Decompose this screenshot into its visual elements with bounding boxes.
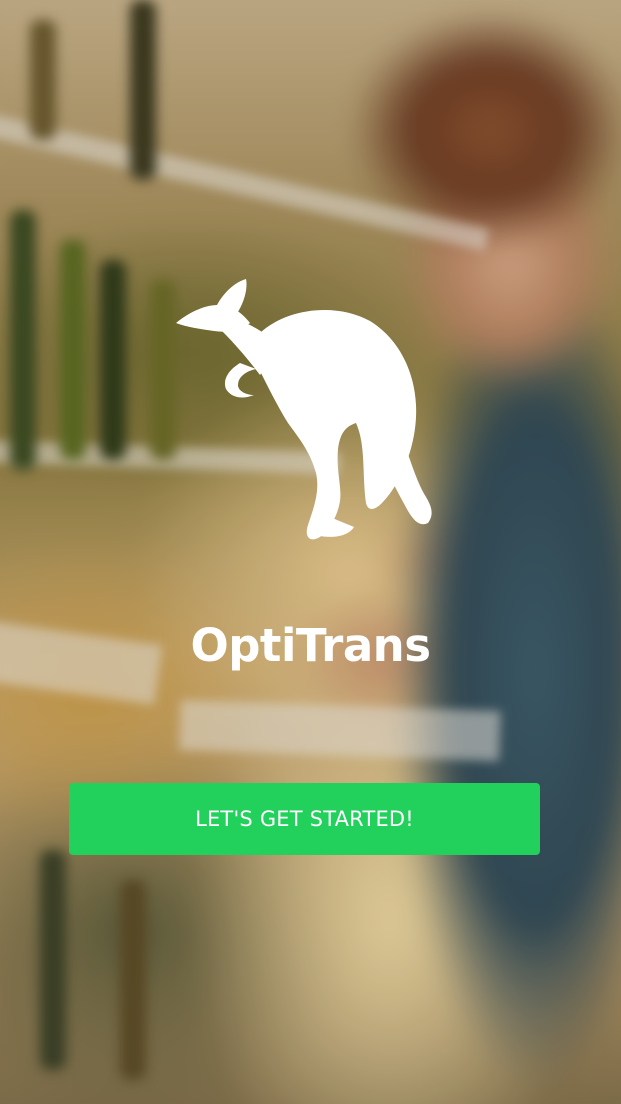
background-photo xyxy=(0,0,621,1104)
get-started-button[interactable]: LET'S GET STARTED! xyxy=(69,783,540,855)
kangaroo-icon xyxy=(170,275,440,545)
app-title: OptiTrans xyxy=(190,619,431,672)
